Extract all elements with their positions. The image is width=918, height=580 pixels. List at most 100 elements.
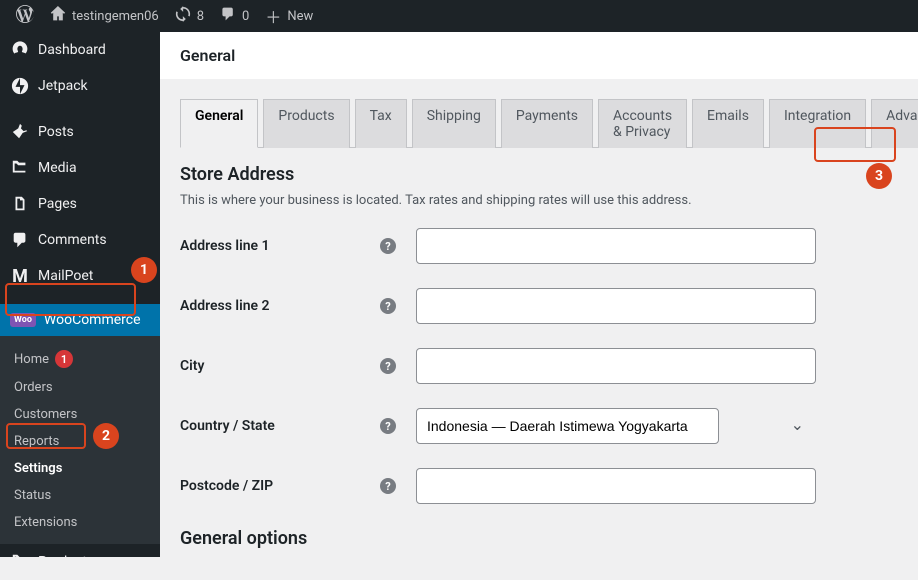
updates[interactable]: 8 — [167, 0, 212, 32]
content-area: General General Products Tax Shipping Pa… — [160, 32, 918, 557]
products-icon — [10, 552, 30, 572]
site-name-text: testingemen06 — [72, 9, 159, 24]
sidebar-label: MailPoet — [38, 268, 93, 284]
comments-icon — [10, 230, 30, 250]
sidebar-item-comments[interactable]: Comments — [0, 222, 160, 258]
city-input[interactable] — [416, 348, 816, 384]
media-icon — [10, 158, 30, 178]
wp-logo[interactable] — [8, 0, 42, 32]
submenu-extensions[interactable]: Extensions — [0, 509, 160, 536]
sidebar-label: Posts — [38, 124, 74, 140]
annotation-badge-1: 1 — [131, 257, 157, 283]
tabs-wrapper: General Products Tax Shipping Payments A… — [160, 79, 918, 148]
page-header: General — [160, 32, 918, 79]
sidebar-item-pages[interactable]: Pages — [0, 186, 160, 222]
country-label: Country / State — [180, 418, 380, 434]
comments-bubble[interactable]: 0 — [212, 0, 257, 32]
country-select-wrapper: Indonesia — Daerah Istimewa Yogyakarta — [416, 408, 816, 444]
woo-submenu: Home 1 Orders Customers Reports Settings… — [0, 336, 160, 544]
postcode-label: Postcode / ZIP — [180, 478, 380, 494]
tab-emails[interactable]: Emails — [692, 99, 764, 148]
submenu-label: Status — [14, 488, 51, 503]
submenu-label: Orders — [14, 380, 53, 395]
address1-label: Address line 1 — [180, 238, 380, 254]
admin-sidebar: Dashboard Jetpack Posts Media Pages Comm… — [0, 32, 160, 557]
help-icon[interactable]: ? — [380, 478, 396, 494]
form-row-address2: Address line 2 ? — [180, 288, 898, 324]
address2-label: Address line 2 — [180, 298, 380, 314]
sidebar-label: Products — [38, 554, 94, 570]
home-badge: 1 — [55, 350, 73, 368]
country-select[interactable]: Indonesia — Daerah Istimewa Yogyakarta — [416, 408, 719, 444]
woo-icon: Woo — [10, 313, 36, 327]
mailpoet-icon: M — [10, 266, 30, 286]
form-row-city: City ? — [180, 348, 898, 384]
section-description: This is where your business is located. … — [180, 193, 898, 208]
sidebar-item-jetpack[interactable]: Jetpack — [0, 68, 160, 104]
sidebar-item-woocommerce[interactable]: Woo WooCommerce — [0, 304, 160, 336]
tab-advanced[interactable]: Advanced — [871, 99, 918, 148]
submenu-reports[interactable]: Reports — [0, 428, 160, 455]
submenu-label: Settings — [14, 461, 62, 476]
plus-icon: ＋ — [265, 4, 281, 28]
wordpress-icon — [16, 5, 34, 27]
section-heading: Store Address — [180, 164, 898, 185]
tab-tax[interactable]: Tax — [355, 99, 407, 148]
submenu-home[interactable]: Home 1 — [0, 344, 160, 374]
page-title: General — [180, 46, 898, 65]
updates-count: 8 — [197, 9, 204, 24]
new-content[interactable]: ＋ New — [257, 0, 321, 32]
sidebar-label: Media — [38, 160, 77, 176]
submenu-label: Extensions — [14, 515, 77, 530]
annotation-badge-3: 3 — [866, 163, 892, 189]
submenu-settings[interactable]: Settings — [0, 455, 160, 482]
home-icon — [50, 6, 66, 26]
tab-accounts[interactable]: Accounts & Privacy — [598, 99, 687, 148]
form-row-postcode: Postcode / ZIP ? — [180, 468, 898, 504]
sidebar-label: Comments — [38, 232, 107, 248]
sidebar-label: Pages — [38, 196, 77, 212]
sidebar-label: WooCommerce — [44, 312, 141, 328]
annotation-badge-2: 2 — [93, 423, 119, 449]
sidebar-label: Dashboard — [38, 42, 106, 58]
update-icon — [175, 6, 191, 26]
submenu-status[interactable]: Status — [0, 482, 160, 509]
comment-icon — [220, 6, 236, 26]
tab-general[interactable]: General — [180, 99, 258, 148]
help-icon[interactable]: ? — [380, 418, 396, 434]
sidebar-item-products[interactable]: Products — [0, 544, 160, 580]
postcode-input[interactable] — [416, 468, 816, 504]
submenu-orders[interactable]: Orders — [0, 374, 160, 401]
pages-icon — [10, 194, 30, 214]
admin-bar: testingemen06 8 0 ＋ New — [0, 0, 918, 32]
tab-shipping[interactable]: Shipping — [412, 99, 496, 148]
site-name[interactable]: testingemen06 — [42, 0, 167, 32]
tab-integration[interactable]: Integration — [769, 99, 866, 148]
sidebar-label: Jetpack — [38, 78, 88, 94]
address2-input[interactable] — [416, 288, 816, 324]
nav-tabs: General Products Tax Shipping Payments A… — [180, 99, 898, 148]
help-icon[interactable]: ? — [380, 298, 396, 314]
help-icon[interactable]: ? — [380, 238, 396, 254]
submenu-customers[interactable]: Customers — [0, 401, 160, 428]
jetpack-icon — [10, 76, 30, 96]
form-row-country: Country / State ? Indonesia — Daerah Ist… — [180, 408, 898, 444]
submenu-label: Home — [14, 352, 49, 367]
address1-input[interactable] — [416, 228, 816, 264]
submenu-label: Customers — [14, 407, 77, 422]
form-table: Address line 1 ? Address line 2 ? City ?… — [180, 228, 898, 504]
comments-count: 0 — [242, 9, 249, 24]
help-icon[interactable]: ? — [380, 358, 396, 374]
store-address-section: Store Address This is where your busines… — [160, 148, 918, 557]
new-label: New — [287, 9, 313, 24]
city-label: City — [180, 358, 380, 374]
tab-payments[interactable]: Payments — [501, 99, 593, 148]
dashboard-icon — [10, 40, 30, 60]
submenu-label: Reports — [14, 434, 59, 449]
sidebar-item-media[interactable]: Media — [0, 150, 160, 186]
sidebar-item-dashboard[interactable]: Dashboard — [0, 32, 160, 68]
tab-products[interactable]: Products — [263, 99, 349, 148]
sidebar-item-posts[interactable]: Posts — [0, 114, 160, 150]
pin-icon — [10, 122, 30, 142]
form-row-address1: Address line 1 ? — [180, 228, 898, 264]
